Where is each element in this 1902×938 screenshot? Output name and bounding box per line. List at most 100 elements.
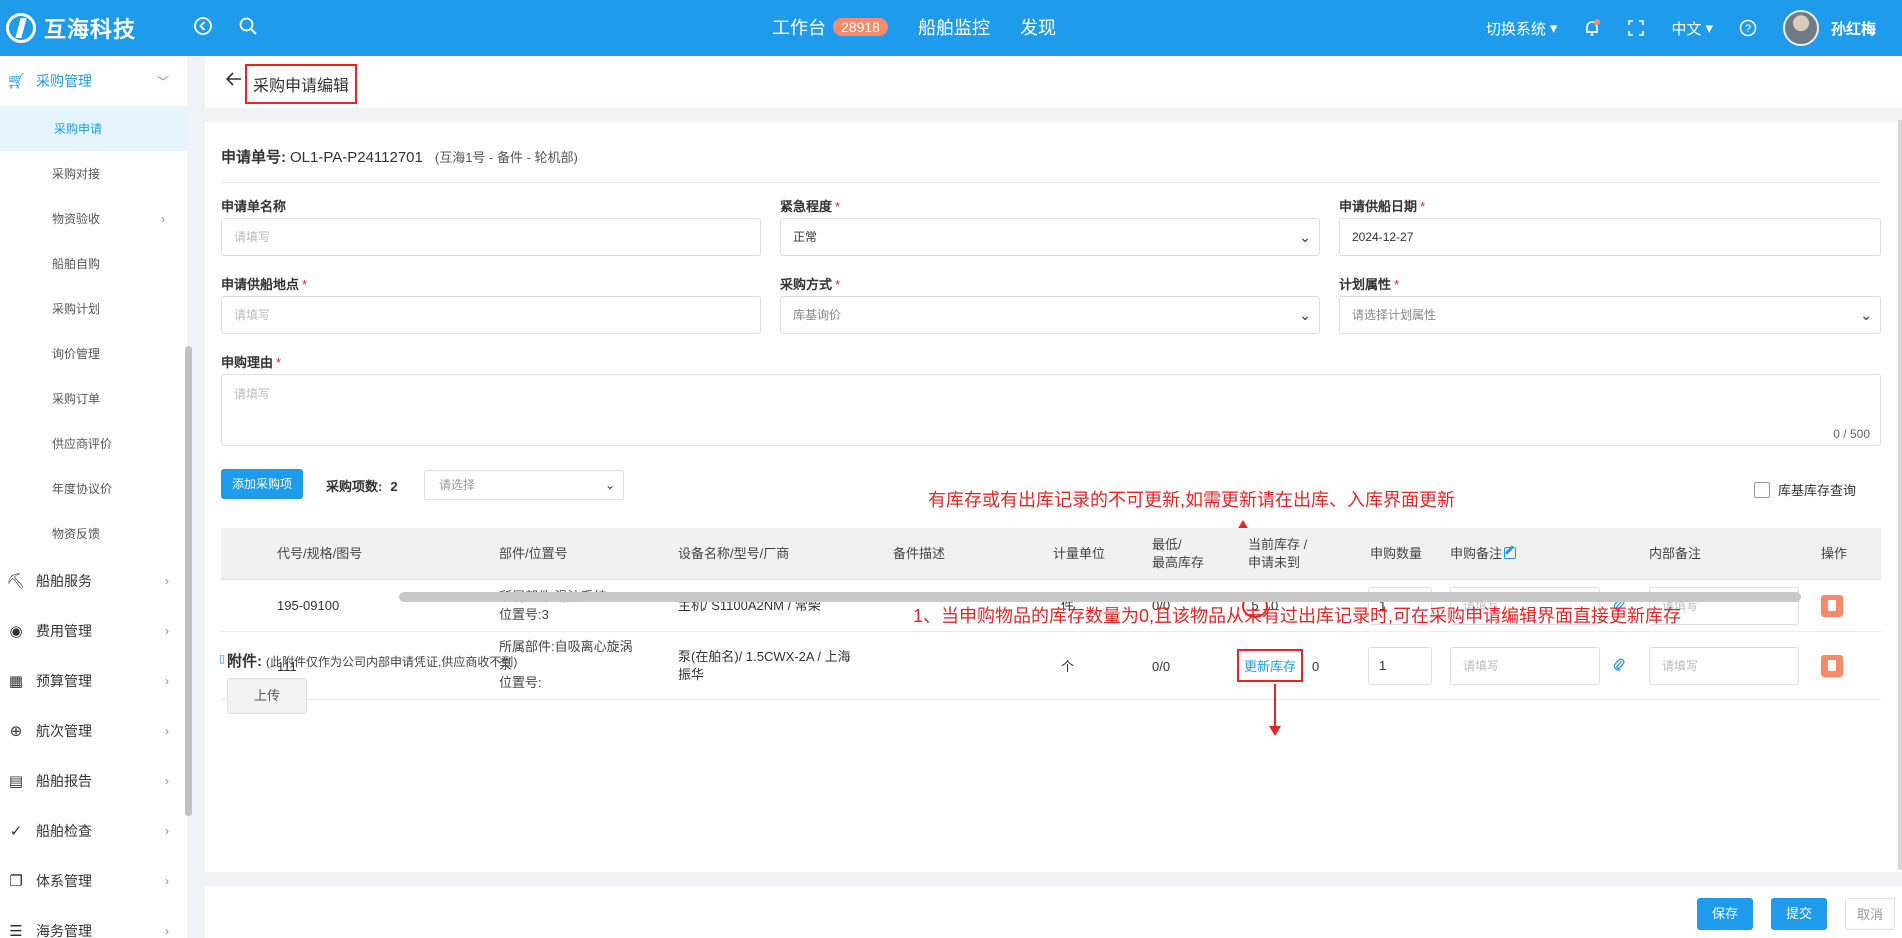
name-label-text: 申请单名称 (221, 199, 287, 214)
cell-equipment-line2: 振华 (678, 667, 705, 682)
col-minmax-line2: 最高库存 (1152, 555, 1205, 570)
annotation-arrow-down (1269, 684, 1281, 736)
workbench-badge: 28918 (833, 18, 888, 36)
chevron-right-icon: › (165, 774, 169, 788)
save-button[interactable]: 保存 (1697, 898, 1753, 930)
cell-part-line1: 所属部件:自吸离心旋涡 (499, 639, 633, 654)
chevron-down-icon: ⌄ (604, 478, 615, 492)
required-mark: * (276, 355, 282, 370)
supply-date-label: 申请供船日期 * (1339, 196, 1425, 215)
nav-workbench-label: 工作台 (772, 18, 826, 38)
reason-textarea[interactable]: 请填写 0 / 500 (221, 374, 1881, 446)
sidebar-item-inquiry[interactable]: 询价管理 (0, 331, 187, 376)
sidebar-group-label: 预算管理 (36, 673, 92, 689)
brand-logo[interactable]: 互海科技 (6, 12, 136, 44)
bell-icon[interactable] (1583, 19, 1601, 37)
sidebar-item-ship-self-purchase[interactable]: 船舶自购 (0, 241, 187, 286)
stock-query-checkbox[interactable]: 库基库存查询 (1754, 480, 1856, 499)
back-arrow-icon[interactable] (225, 70, 243, 94)
avatar (1782, 10, 1819, 46)
col-action: 操作 (1821, 546, 1848, 561)
checkbox-box[interactable] (1754, 481, 1770, 498)
nav-workbench[interactable]: 工作台 28918 (772, 14, 888, 40)
sidebar-item-purchase-order[interactable]: 采购订单 (0, 376, 187, 421)
name-label: 申请单名称 (221, 196, 286, 215)
language-label: 中文 (1671, 20, 1702, 38)
supply-place-label: 申请供船地点 * (221, 274, 307, 293)
row-drag-icon[interactable]: ▯ (219, 650, 225, 668)
cell-part-line2: 泵 (499, 657, 513, 672)
sidebar-group-voyage[interactable]: ⊕ 航次管理 › (0, 706, 187, 756)
supply-date-label-text: 申请供船日期 (1339, 199, 1418, 214)
sidebar-group-cost[interactable]: ◉ 费用管理 › (0, 606, 187, 656)
paperclip-icon[interactable] (1613, 657, 1625, 674)
required-mark: * (1394, 277, 1400, 292)
switch-system-label: 切换系统 (1485, 20, 1546, 38)
chevron-down-icon: ⌄ (1299, 307, 1311, 323)
language-dropdown[interactable]: 中文 ▾ (1671, 18, 1713, 39)
sidebar-scrollbar[interactable] (185, 346, 192, 816)
request-number-value: OL1-PA-P24112701 (290, 149, 423, 166)
add-item-button[interactable]: 添加采购项 (221, 469, 303, 499)
chevron-right-icon: › (165, 924, 169, 938)
search-icon[interactable] (237, 16, 259, 38)
sidebar-group-label: 船舶服务 (36, 573, 92, 589)
help-icon[interactable]: ? (1739, 19, 1757, 37)
nav-discover[interactable]: 发现 (1020, 14, 1056, 40)
cancel-button[interactable]: 取消 (1845, 898, 1895, 930)
page-scrollbar[interactable] (1898, 120, 1902, 870)
sidebar-item-material-feedback[interactable]: 物资反馈 (0, 511, 187, 556)
sidebar-group-ship-report[interactable]: ▤ 船舶报告 › (0, 756, 187, 806)
supply-place-input[interactable]: 请填写 (221, 296, 761, 334)
delete-icon[interactable] (1821, 655, 1843, 677)
sidebar-item-purchase-request[interactable]: 采购申请 (0, 106, 187, 151)
top-right-tools: 切换系统 ▾ 中文 ▾ ? 孙红梅 (1486, 0, 1902, 56)
reason-char-count: 0 / 500 (1833, 427, 1870, 441)
urgency-select[interactable]: 正常 ⌄ (780, 218, 1320, 256)
sidebar-group-label: 采购管理 (36, 73, 92, 89)
request-number-label: 申请单号: (221, 149, 286, 166)
inner-note-input[interactable]: 请填写 (1649, 647, 1799, 685)
purchase-method-select[interactable]: 库基询价 ⌄ (780, 296, 1320, 334)
nav-ship-monitor[interactable]: 船舶监控 (918, 14, 990, 40)
purchase-note-input[interactable]: 请填写 (1450, 647, 1600, 685)
sidebar-item-annual-price[interactable]: 年度协议价 (0, 466, 187, 511)
sidebar-item-material-acceptance[interactable]: 物资验收 › (0, 196, 187, 241)
sidebar-item-purchase-plan[interactable]: 采购计划 (0, 286, 187, 331)
sidebar-item-supplier-review[interactable]: 供应商评价 (0, 421, 187, 466)
cell-code: 195-09100 (277, 598, 340, 613)
update-stock-link[interactable]: 更新库存 (1237, 649, 1304, 682)
switch-system-dropdown[interactable]: 切换系统 ▾ (1486, 18, 1558, 39)
submit-button[interactable]: 提交 (1771, 898, 1827, 930)
item-filter-select[interactable]: 请选择 ⌄ (424, 470, 624, 500)
collapse-menu-icon[interactable] (192, 16, 214, 38)
name-input[interactable]: 请填写 (221, 218, 761, 256)
sidebar-group-ship-service[interactable]: ⛏︎ 船舶服务 › (0, 556, 187, 606)
supply-date-input[interactable]: 2024-12-27 (1339, 218, 1881, 256)
col-unit: 计量单位 (1053, 546, 1106, 561)
upload-button[interactable]: 上传 (227, 678, 307, 714)
qty-input[interactable]: 1 (1368, 647, 1432, 685)
sidebar-group-system[interactable]: ❐ 体系管理 › (0, 856, 187, 906)
user-menu[interactable]: 孙红梅 (1782, 10, 1876, 46)
purchase-method-label-text: 采购方式 (780, 277, 833, 292)
sidebar-item-purchase-docking[interactable]: 采购对接 (0, 151, 187, 196)
plan-attr-select[interactable]: 请选择计划属性 ⌄ (1339, 296, 1881, 334)
sidebar: 🛒︎ 采购管理 ﹀ 采购申请 采购对接 物资验收 › 船舶自购 采购计划 询价管理… (0, 56, 187, 938)
sidebar-group-ship-inspection[interactable]: ✓ 船舶检查 › (0, 806, 187, 856)
calendar-icon: ▤ (8, 773, 24, 790)
fullscreen-icon[interactable] (1627, 19, 1645, 37)
table-horizontal-scrollbar[interactable] (399, 592, 1801, 602)
cell-part-line2: 位置号:3 (499, 607, 549, 622)
edit-icon[interactable] (1504, 545, 1517, 559)
urgency-label: 紧急程度 * (780, 196, 840, 215)
delete-icon[interactable] (1821, 595, 1843, 617)
top-nav: 工作台 28918 船舶监控 发现 (772, 14, 1056, 40)
sidebar-group-label: 费用管理 (36, 623, 92, 639)
sidebar-group-marine[interactable]: ☰ 海务管理 › (0, 906, 187, 938)
sidebar-item-label: 物资验收 (52, 212, 101, 226)
sidebar-group-budget[interactable]: ▦ 预算管理 › (0, 656, 187, 706)
sidebar-group-purchase[interactable]: 🛒︎ 采购管理 ﹀ (0, 56, 187, 106)
plan-attr-placeholder: 请选择计划属性 (1352, 308, 1437, 322)
chevron-down-icon: ﹀ (156, 74, 169, 89)
